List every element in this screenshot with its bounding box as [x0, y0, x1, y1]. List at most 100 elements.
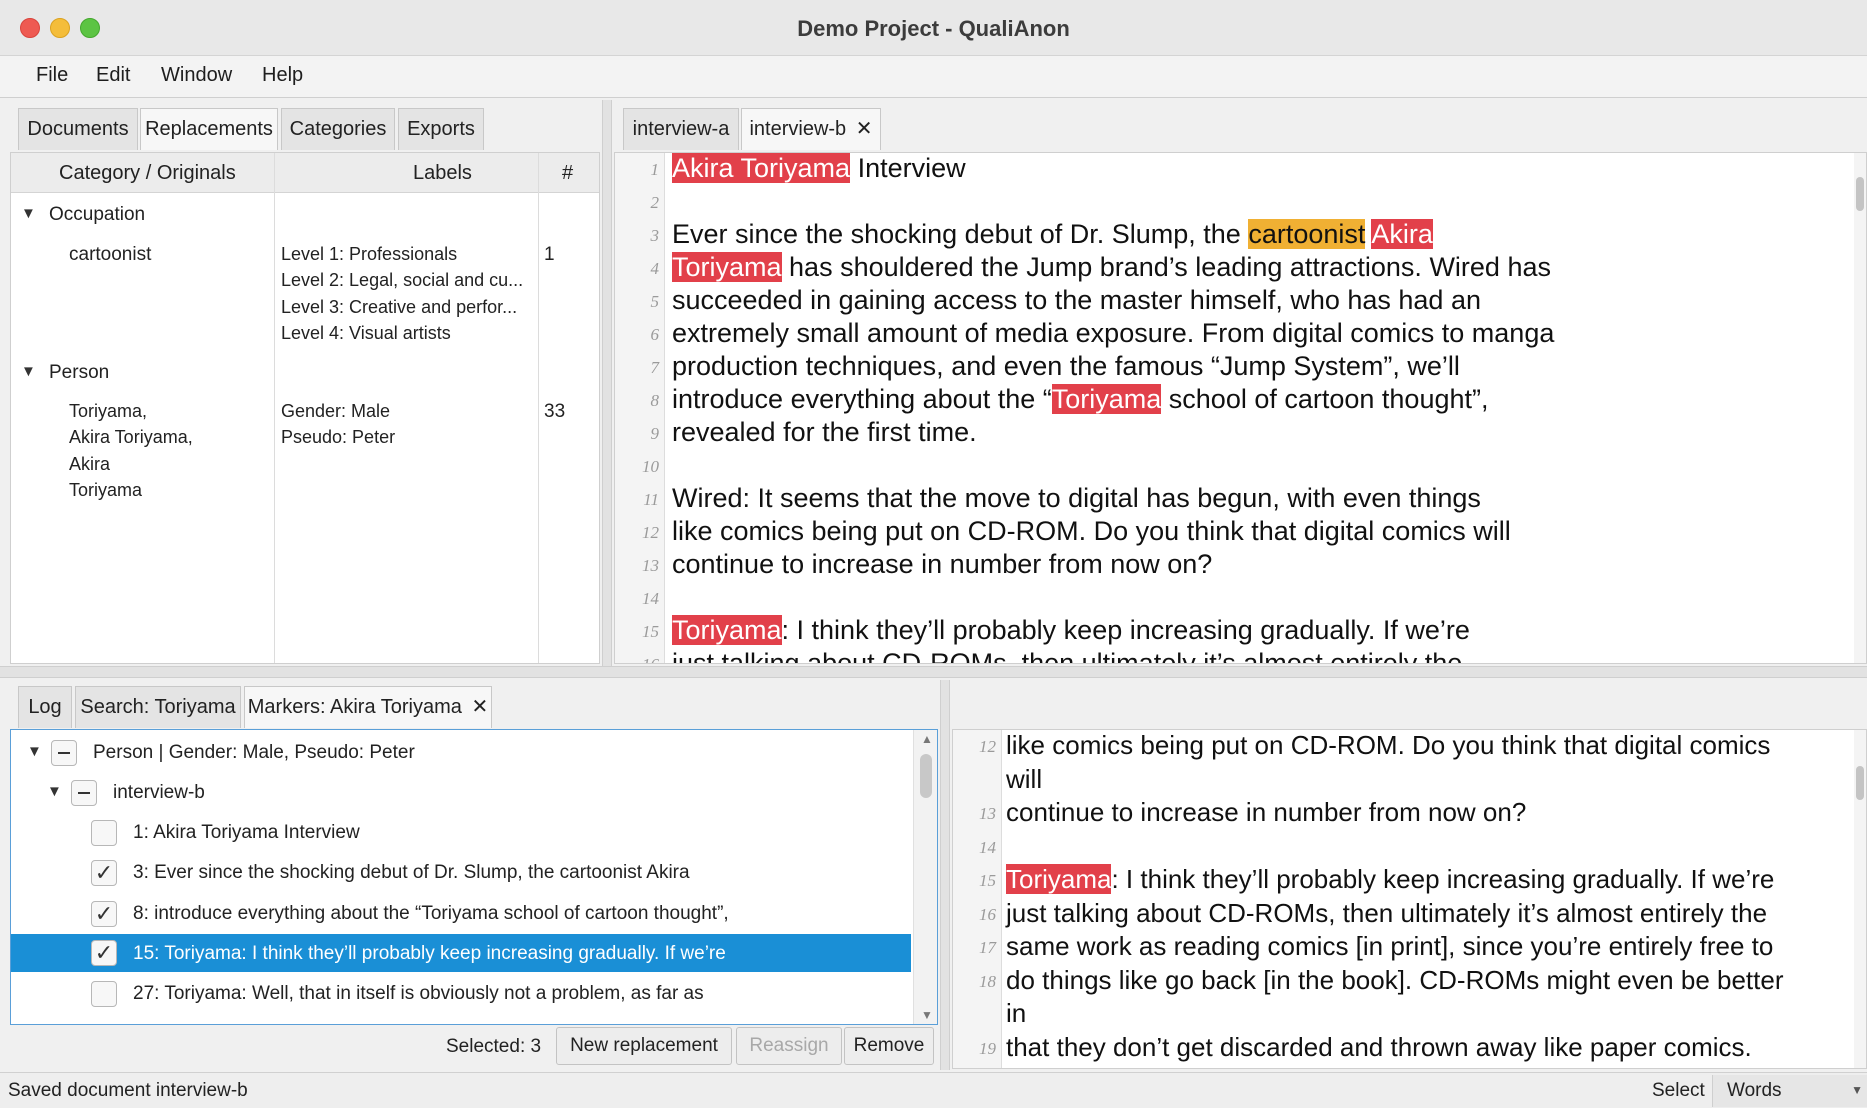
replacement-count: 1 — [544, 244, 555, 265]
scroll-down-icon[interactable]: ▼ — [921, 1008, 933, 1022]
redaction-marker[interactable]: Akira — [1371, 219, 1433, 249]
tab-search[interactable]: Search: Toriyama — [75, 686, 241, 728]
tab-replacements[interactable]: Replacements — [140, 108, 278, 150]
app-window: Demo Project - QualiAnon File Edit Windo… — [0, 0, 1867, 1108]
column-header-count[interactable]: # — [562, 162, 573, 185]
scrollbar-thumb[interactable] — [920, 754, 932, 798]
redaction-marker[interactable]: Toriyama — [1051, 384, 1162, 414]
text-line: same work as reading comics [in print], … — [1006, 931, 1773, 962]
new-replacement-button[interactable]: New replacement — [556, 1027, 732, 1065]
marker-checkbox[interactable] — [91, 820, 117, 846]
label-text: Level 3: Creative and perfor... — [281, 297, 518, 317]
redaction-marker[interactable]: Akira Toriyama — [672, 153, 851, 183]
vertical-splitter[interactable] — [940, 680, 950, 1070]
tri-state-checkbox[interactable] — [51, 740, 77, 766]
menu-window[interactable]: Window — [161, 64, 232, 87]
text-line: that they don’t get discarded and thrown… — [1006, 1032, 1752, 1063]
select-mode-dropdown[interactable]: Words ▼ — [1712, 1075, 1867, 1107]
text-run: continue to increase in number from now … — [672, 549, 1213, 579]
tab-markers[interactable]: Markers: Akira Toriyama ✕ — [244, 686, 492, 728]
menu-edit[interactable]: Edit — [96, 64, 130, 87]
close-tab-icon[interactable]: ✕ — [471, 696, 488, 718]
redaction-marker[interactable]: Toriyama — [1006, 864, 1112, 894]
tab-documents[interactable]: Documents — [18, 108, 138, 150]
original-text[interactable]: Toriyama, — [69, 401, 147, 422]
line-number: 7 — [650, 358, 660, 377]
menu-bar: File Edit Window Help — [0, 56, 1867, 98]
text-line: production techniques, and even the famo… — [672, 351, 1460, 382]
scrollbar-thumb[interactable] — [1856, 177, 1864, 211]
remove-button[interactable]: Remove — [844, 1027, 934, 1065]
marker-checkbox[interactable]: ✓ — [91, 940, 117, 966]
preview-scrollbar[interactable] — [1854, 730, 1866, 1068]
menu-help[interactable]: Help — [262, 64, 303, 87]
horizontal-splitter[interactable] — [0, 666, 1867, 678]
expand-triangle-icon[interactable]: ▼ — [47, 783, 62, 800]
category-occupation[interactable]: Occupation — [49, 204, 145, 226]
menu-file[interactable]: File — [36, 64, 68, 87]
tab-interview-a[interactable]: interview-a — [623, 108, 739, 150]
text-line: Wired: It seems that the move to digital… — [672, 483, 1481, 514]
text-run: Ever since the shocking debut of Dr. Slu… — [672, 219, 1249, 249]
redaction-marker[interactable]: Toriyama — [672, 615, 782, 645]
status-message: Saved document interview-b — [8, 1080, 248, 1101]
line-number: 18 — [979, 971, 996, 991]
text-line: like comics being put on CD-ROM. Do you … — [1006, 730, 1770, 761]
replacements-table: Category / Originals Labels # ▼ Occupati… — [10, 152, 600, 664]
line-number: 2 — [650, 193, 660, 212]
column-divider — [538, 153, 539, 663]
markers-tree[interactable]: ▼ Person | Gender: Male, Pseudo: Peter ▼… — [10, 729, 938, 1025]
marker-checkbox[interactable] — [91, 981, 117, 1007]
tab-exports[interactable]: Exports — [398, 108, 484, 150]
scrollbar-thumb[interactable] — [1856, 766, 1864, 800]
redaction-marker[interactable]: Toriyama — [672, 252, 782, 282]
select-mode-value: Words — [1727, 1080, 1782, 1101]
text-run: succeeded in gaining access to the maste… — [672, 285, 1481, 315]
text-run: revealed for the first time. — [672, 417, 977, 447]
text-line: Toriyama has shouldered the Jump brand’s… — [672, 252, 1551, 283]
tab-label: Markers: Akira Toriyama — [247, 696, 462, 718]
text-run: just talking about CD-ROMs, then ultimat… — [672, 648, 1463, 664]
marker-checkbox[interactable]: ✓ — [91, 860, 117, 886]
text-line: extremely small amount of media exposure… — [672, 318, 1554, 349]
title-bar: Demo Project - QualiAnon — [0, 0, 1867, 56]
category-person[interactable]: Person — [49, 362, 109, 384]
marker-item[interactable]: 3: Ever since the shocking debut of Dr. … — [133, 862, 690, 884]
column-header-originals[interactable]: Category / Originals — [59, 162, 236, 185]
tri-state-checkbox[interactable] — [71, 780, 97, 806]
marker-item[interactable]: 1: Akira Toriyama Interview — [133, 822, 360, 844]
category-marker[interactable]: cartoonist — [1248, 219, 1366, 249]
tab-interview-b[interactable]: interview-b ✕ — [741, 108, 881, 150]
tree-doc-label[interactable]: interview-b — [113, 782, 205, 804]
tree-scrollbar[interactable]: ▲ ▼ — [913, 730, 937, 1024]
original-text[interactable]: Akira — [69, 454, 110, 475]
marker-item[interactable]: 27: Toriyama: Well, that in itself is ob… — [133, 983, 704, 1005]
marker-checkbox[interactable]: ✓ — [91, 901, 117, 927]
text-line: Akira Toriyama Interview — [672, 153, 966, 184]
tree-root-label[interactable]: Person | Gender: Male, Pseudo: Peter — [93, 742, 415, 764]
expand-triangle-icon[interactable]: ▼ — [21, 205, 36, 222]
text-line: revealed for the first time. — [672, 417, 977, 448]
text-run: like comics being put on CD-ROM. Do you … — [672, 516, 1511, 546]
marker-preview[interactable]: 12 like comics being put on CD-ROM. Do yo… — [952, 729, 1867, 1069]
column-header-labels[interactable]: Labels — [413, 162, 472, 185]
editor-scrollbar[interactable] — [1854, 153, 1866, 663]
tab-log[interactable]: Log — [18, 686, 72, 728]
original-text[interactable]: Akira Toriyama, — [69, 427, 193, 448]
vertical-splitter[interactable] — [602, 100, 612, 666]
label-text: Pseudo: Peter — [281, 427, 396, 447]
expand-triangle-icon[interactable]: ▼ — [21, 363, 36, 380]
original-text[interactable]: Toriyama — [69, 480, 142, 501]
original-text[interactable]: cartoonist — [69, 244, 151, 266]
line-number: 1 — [650, 160, 660, 179]
selected-count: Selected: 3 — [446, 1036, 542, 1057]
marker-item[interactable]: 15: Toriyama: I think they’ll probably k… — [133, 943, 726, 965]
expand-triangle-icon[interactable]: ▼ — [27, 743, 42, 760]
marker-item[interactable]: 8: introduce everything about the “Toriy… — [133, 903, 729, 925]
label-text: Gender: Male — [281, 401, 391, 421]
document-editor[interactable]: 1 Akira Toriyama Interview 2 3 Ever since th… — [614, 152, 1867, 664]
reassign-button[interactable]: Reassign — [736, 1027, 842, 1065]
tab-categories[interactable]: Categories — [281, 108, 395, 150]
scroll-up-icon[interactable]: ▲ — [921, 732, 933, 746]
close-tab-icon[interactable]: ✕ — [856, 118, 873, 140]
